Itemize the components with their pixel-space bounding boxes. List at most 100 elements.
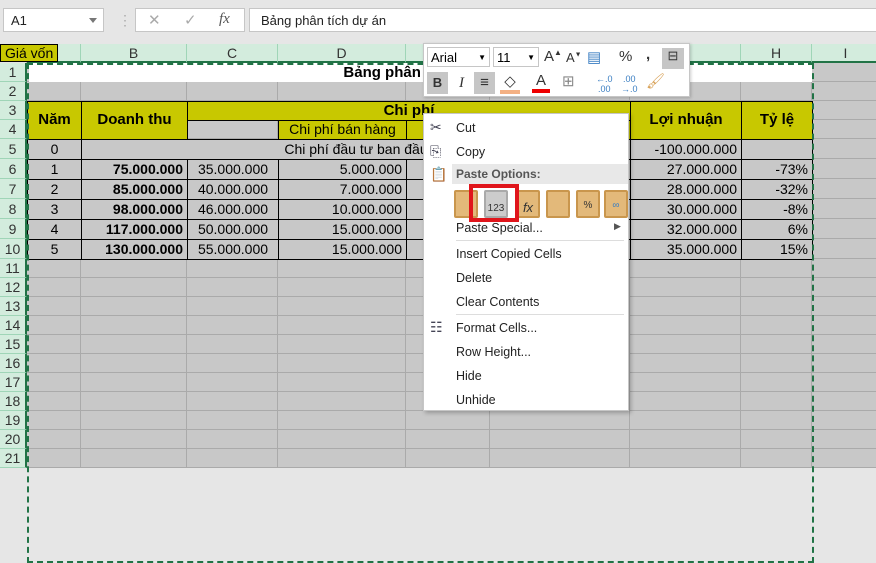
cell[interactable] bbox=[27, 354, 81, 373]
cell[interactable] bbox=[278, 259, 406, 278]
cell-ratio[interactable]: 15% bbox=[741, 239, 813, 260]
cell[interactable] bbox=[812, 239, 876, 259]
cell[interactable] bbox=[812, 316, 876, 335]
cell[interactable] bbox=[187, 120, 278, 139]
comma-style-icon[interactable]: , bbox=[646, 46, 650, 63]
cell[interactable] bbox=[630, 259, 741, 278]
row-header[interactable]: 19 bbox=[0, 411, 27, 430]
cell-year[interactable]: 2 bbox=[27, 179, 82, 200]
cell[interactable] bbox=[27, 392, 81, 411]
cell[interactable] bbox=[812, 139, 876, 159]
cell[interactable] bbox=[406, 430, 490, 449]
menu-item-unhide[interactable]: Unhide bbox=[456, 393, 496, 407]
cell-profit[interactable]: 35.000.000 bbox=[630, 239, 742, 260]
enter-icon[interactable]: ✓ bbox=[184, 11, 197, 29]
row-header[interactable]: 9 bbox=[0, 219, 27, 239]
drag-handle-icon[interactable]: ⋮ bbox=[118, 12, 132, 29]
cell[interactable] bbox=[812, 297, 876, 316]
cell[interactable] bbox=[81, 449, 187, 468]
name-box[interactable]: A1 bbox=[3, 8, 104, 32]
cell[interactable] bbox=[278, 316, 406, 335]
cell[interactable] bbox=[27, 297, 81, 316]
cell[interactable] bbox=[278, 392, 406, 411]
increase-decimal-icon[interactable]: ←.0.00 bbox=[596, 74, 613, 94]
menu-item-insert-copied-cells[interactable]: Insert Copied Cells bbox=[456, 247, 562, 261]
row-header[interactable]: 17 bbox=[0, 373, 27, 392]
cell[interactable] bbox=[812, 335, 876, 354]
cell[interactable] bbox=[27, 316, 81, 335]
paste-formulas-icon[interactable]: fx bbox=[516, 190, 540, 218]
cell[interactable] bbox=[187, 278, 278, 297]
cell-revenue[interactable]: 85.000.000 bbox=[81, 179, 188, 200]
cell[interactable] bbox=[81, 316, 187, 335]
header-year[interactable]: Năm bbox=[27, 101, 82, 140]
cell-profit[interactable]: 28.000.000 bbox=[630, 179, 742, 200]
cell[interactable] bbox=[812, 259, 876, 278]
cell-cost-goods[interactable]: 35.000.000 bbox=[187, 159, 279, 180]
cell[interactable] bbox=[81, 259, 187, 278]
menu-item-row-height[interactable]: Row Height... bbox=[456, 345, 531, 359]
cell[interactable] bbox=[741, 449, 812, 468]
cell-year[interactable]: 5 bbox=[27, 239, 82, 260]
cell-profit[interactable]: 27.000.000 bbox=[630, 159, 742, 180]
cell[interactable] bbox=[741, 354, 812, 373]
cell[interactable] bbox=[81, 373, 187, 392]
italic-button[interactable]: I bbox=[451, 72, 472, 94]
row-header[interactable]: 4 bbox=[0, 120, 27, 139]
cell[interactable] bbox=[187, 316, 278, 335]
percent-style-icon[interactable]: % bbox=[619, 48, 632, 65]
cell[interactable] bbox=[187, 430, 278, 449]
cell[interactable] bbox=[187, 411, 278, 430]
cell[interactable] bbox=[81, 392, 187, 411]
cell[interactable] bbox=[741, 82, 812, 101]
cell[interactable] bbox=[81, 411, 187, 430]
row-header[interactable]: 7 bbox=[0, 179, 27, 199]
cell[interactable] bbox=[278, 278, 406, 297]
cell[interactable] bbox=[630, 392, 741, 411]
cell[interactable] bbox=[630, 316, 741, 335]
row-header[interactable]: 11 bbox=[0, 259, 27, 278]
cell-profit[interactable]: -100.000.000 bbox=[630, 139, 742, 160]
cell-ratio[interactable]: -73% bbox=[741, 159, 813, 180]
cell[interactable] bbox=[630, 449, 741, 468]
cell[interactable] bbox=[812, 199, 876, 219]
cell[interactable] bbox=[741, 297, 812, 316]
column-header[interactable]: H bbox=[741, 44, 812, 63]
cell[interactable] bbox=[406, 411, 490, 430]
cell[interactable] bbox=[81, 297, 187, 316]
cell[interactable] bbox=[812, 179, 876, 199]
decrease-font-icon[interactable]: A▼ bbox=[566, 50, 582, 65]
cell[interactable] bbox=[406, 449, 490, 468]
cell[interactable] bbox=[490, 449, 630, 468]
cell[interactable] bbox=[278, 373, 406, 392]
cell[interactable] bbox=[187, 354, 278, 373]
cell-profit[interactable]: 32.000.000 bbox=[630, 219, 742, 240]
cell[interactable] bbox=[81, 278, 187, 297]
cell[interactable] bbox=[278, 354, 406, 373]
row-header[interactable]: 10 bbox=[0, 239, 27, 259]
row-header[interactable]: 15 bbox=[0, 335, 27, 354]
cell[interactable] bbox=[278, 335, 406, 354]
cell[interactable] bbox=[812, 63, 876, 82]
cell[interactable] bbox=[630, 411, 741, 430]
chevron-down-icon[interactable]: ▼ bbox=[527, 53, 535, 62]
cell-revenue[interactable]: 75.000.000 bbox=[81, 159, 188, 180]
paste-formatting-icon[interactable]: % bbox=[576, 190, 600, 218]
cell[interactable] bbox=[27, 259, 81, 278]
menu-item-hide[interactable]: Hide bbox=[456, 369, 482, 383]
cell[interactable] bbox=[278, 411, 406, 430]
font-size-select[interactable]: 11 ▼ bbox=[493, 47, 539, 67]
cell[interactable] bbox=[490, 411, 630, 430]
cell[interactable] bbox=[81, 82, 187, 101]
borders-icon[interactable]: ⊞ bbox=[562, 72, 575, 90]
cancel-icon[interactable]: ✕ bbox=[148, 11, 161, 29]
cell[interactable] bbox=[812, 354, 876, 373]
format-painter-icon[interactable]: 🖌 bbox=[646, 72, 665, 90]
cell[interactable] bbox=[741, 316, 812, 335]
cell-cost-goods[interactable]: 55.000.000 bbox=[187, 239, 279, 260]
formula-input[interactable]: Bảng phân tích dự án bbox=[249, 8, 876, 32]
header-revenue[interactable]: Doanh thu bbox=[81, 101, 188, 140]
cell[interactable] bbox=[27, 278, 81, 297]
menu-item-cut[interactable]: Cut bbox=[456, 121, 475, 135]
increase-font-icon[interactable]: A▲ bbox=[544, 48, 562, 65]
